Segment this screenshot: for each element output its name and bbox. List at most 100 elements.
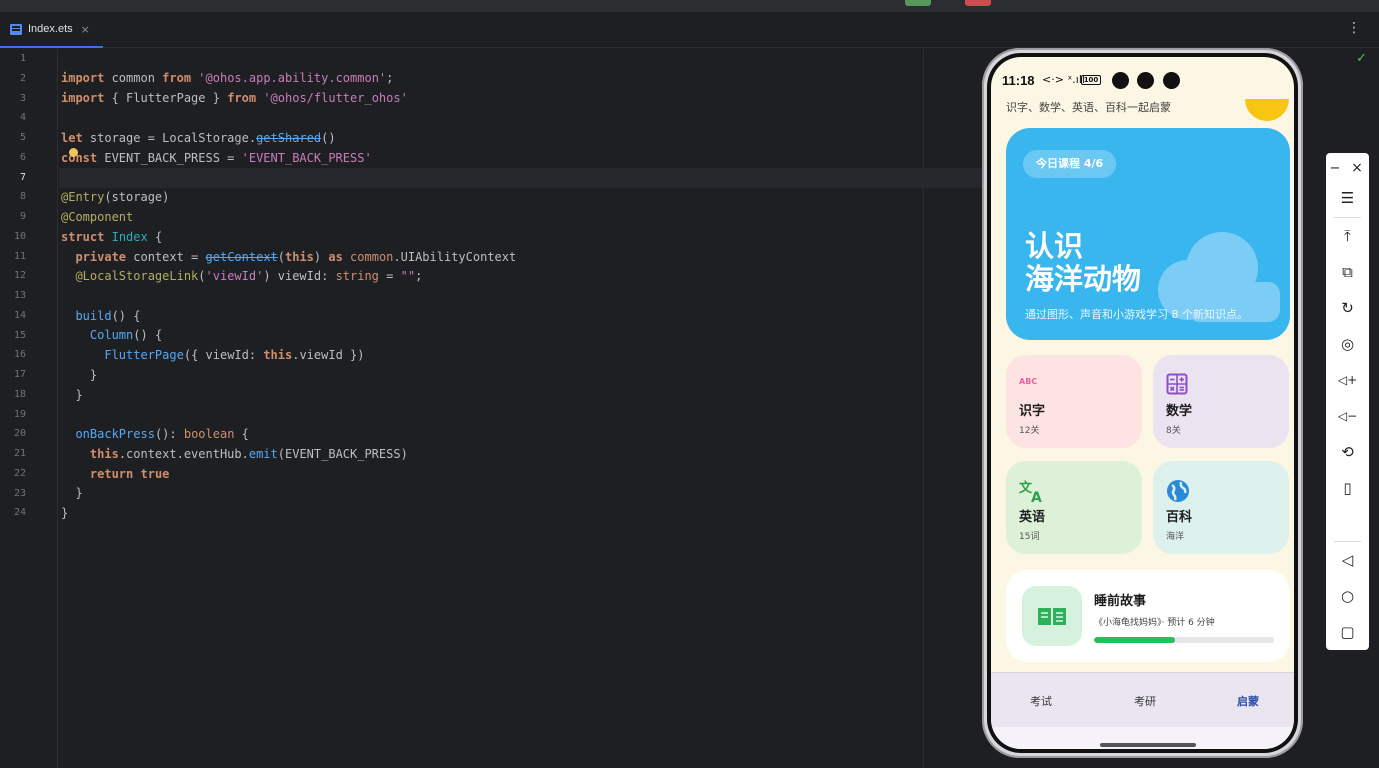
line-number[interactable]: 7 [0,172,26,183]
line-number[interactable]: 1 [0,53,26,64]
nav-item-exam[interactable]: 考试 [1030,693,1052,709]
nav-item-enlightenment[interactable]: 启蒙 [1237,693,1259,709]
bedtime-story-card[interactable]: 睡前故事 《小海龟找妈妈》· 预计 6 分钟 [1006,570,1290,662]
code-line-22: return true [89,467,170,481]
line-number[interactable]: 14 [0,310,26,321]
category-card-encyclopedia[interactable]: 百科 海洋 [1153,461,1289,554]
line-number[interactable]: 19 [0,409,26,420]
code-line-10: struct Index { [61,230,163,244]
line-number[interactable]: 3 [0,93,26,104]
shake-button[interactable]: ⟲ [1326,437,1369,467]
back-button[interactable]: ◁ [1326,545,1369,575]
code-line-11: private context = getContext(this) as co… [75,250,517,264]
crop-button[interactable]: ⧉ [1326,257,1369,287]
phone-screen[interactable]: 11:18 <·> ˣ.ıll 100 识字、数学、英语、百科一起启蒙 今日课程… [991,57,1294,749]
tab-index-ets[interactable]: Index.ets × [0,12,103,48]
page-subtitle: 识字、数学、英语、百科一起启蒙 [1006,101,1171,114]
line-number[interactable]: 18 [0,389,26,400]
category-card-math[interactable]: 数学 8关 [1153,355,1289,448]
today-lesson-card[interactable]: 今日课程 4/6 认识 海洋动物 通过图形、声音和小游戏学习 8 个新知识点。 [1006,128,1290,340]
code-line-9: @Component [61,210,134,224]
book-icon [1038,608,1066,625]
lightbulb-icon[interactable] [69,148,78,157]
line-number[interactable]: 13 [0,290,26,301]
pin-top-button[interactable]: ⤒ [1326,221,1369,251]
menu-button[interactable]: ☰ [1326,183,1369,213]
calculator-icon [1166,373,1192,397]
category-card-literacy[interactable]: ABC 识字 12关 [1006,355,1142,448]
line-number[interactable]: 20 [0,428,26,439]
story-progress-bar [1094,637,1274,643]
code-line-21: this.context.eventHub.emit(EVENT_BACK_PR… [89,447,408,461]
line-number[interactable]: 16 [0,349,26,360]
lesson-title-line1: 认识 [1025,229,1084,263]
lesson-title-line2: 海洋动物 [1025,262,1142,296]
phone-emulator-frame: 11:18 <·> ˣ.ıll 100 识字、数学、英语、百科一起启蒙 今日课程… [982,48,1303,758]
line-number[interactable]: 17 [0,369,26,380]
volume-down-button[interactable]: ◁− [1326,401,1369,431]
svg-text:A: A [1031,490,1042,503]
category-card-english[interactable]: 文A 英语 15词 [1006,461,1142,554]
home-indicator[interactable] [1100,743,1196,747]
line-number[interactable]: 10 [0,231,26,242]
nav-item-postgrad[interactable]: 考研 [1134,693,1156,709]
code-line-23: } [61,486,83,500]
code-line-2: import common from '@ohos.app.ability.co… [61,71,394,85]
line-number[interactable]: 15 [0,330,26,341]
home-button[interactable]: ○ [1326,581,1369,611]
line-number[interactable]: 24 [0,507,26,518]
lesson-progress-badge: 今日课程 4/6 [1023,150,1117,178]
toolbar-separator [1334,541,1361,542]
run-indicator[interactable] [905,0,931,6]
line-number[interactable]: 4 [0,112,26,123]
bottom-navigation: 考试 考研 启蒙 [991,672,1294,727]
line-number[interactable]: 11 [0,251,26,262]
code-line-24: } [61,506,69,520]
signal-icon: <·> ˣ.ıll [1042,73,1085,86]
close-icon[interactable]: × [81,23,90,36]
category-count: 8关 [1166,426,1181,436]
tab-label: Index.ets [28,23,73,35]
window-top-strip [0,0,1379,12]
screenshot-button[interactable]: ◎ [1326,329,1369,359]
line-number[interactable]: 23 [0,488,26,499]
close-button[interactable]: × [1345,153,1369,183]
category-name: 英语 [1019,510,1046,525]
line-number[interactable]: 8 [0,191,26,202]
code-line-16: FlutterPage({ viewId: this.viewId }) [104,348,365,362]
minimize-button[interactable]: − [1323,153,1347,183]
editor-tab-bar: Index.ets × ⋮ [0,12,1379,48]
code-line-3: import { FlutterPage } from '@ohos/flutt… [61,91,408,105]
line-number[interactable]: 21 [0,448,26,459]
inspection-ok-icon[interactable]: ✓ [1356,51,1367,66]
code-line-18: } [61,388,83,402]
fold-button[interactable]: ▯ [1326,473,1369,503]
more-options-icon[interactable]: ⋮ [1347,20,1361,36]
line-number[interactable]: 9 [0,211,26,222]
code-line-20: onBackPress(): boolean { [75,427,249,441]
code-line-8: @Entry(storage) [61,190,170,204]
camera-cutout-icon [1112,72,1129,89]
line-number[interactable]: 12 [0,270,26,281]
volume-up-button[interactable]: ◁+ [1326,365,1369,395]
code-line-12: @LocalStorageLink('viewId') viewId: stri… [75,269,423,283]
right-margin-guide [923,49,924,768]
gesture-bar-area [991,727,1294,749]
rotate-button[interactable]: ↻ [1326,293,1369,323]
battery-icon: 100 [1081,75,1101,85]
status-time: 11:18 [1002,73,1035,88]
emulator-toolbar: − × ☰ ⤒ ⧉ ↻ ◎ ◁+ ◁− ⟲ ▯ ◁ ○ ▢ [1326,153,1369,650]
line-number[interactable]: 2 [0,73,26,84]
code-line-6: const EVENT_BACK_PRESS = 'EVENT_BACK_PRE… [61,151,372,165]
recent-apps-button[interactable]: ▢ [1326,617,1369,647]
category-count: 12关 [1019,426,1040,436]
camera-cutout-icon [1137,72,1154,89]
category-count: 海洋 [1166,532,1185,542]
line-number[interactable]: 22 [0,468,26,479]
line-number[interactable]: 6 [0,152,26,163]
stop-indicator[interactable] [965,0,991,6]
code-editor[interactable]: import common from '@ohos.app.ability.co… [59,49,1044,768]
story-title: 睡前故事 [1094,594,1147,609]
abc-icon: ABC [1019,377,1038,386]
line-number[interactable]: 5 [0,132,26,143]
